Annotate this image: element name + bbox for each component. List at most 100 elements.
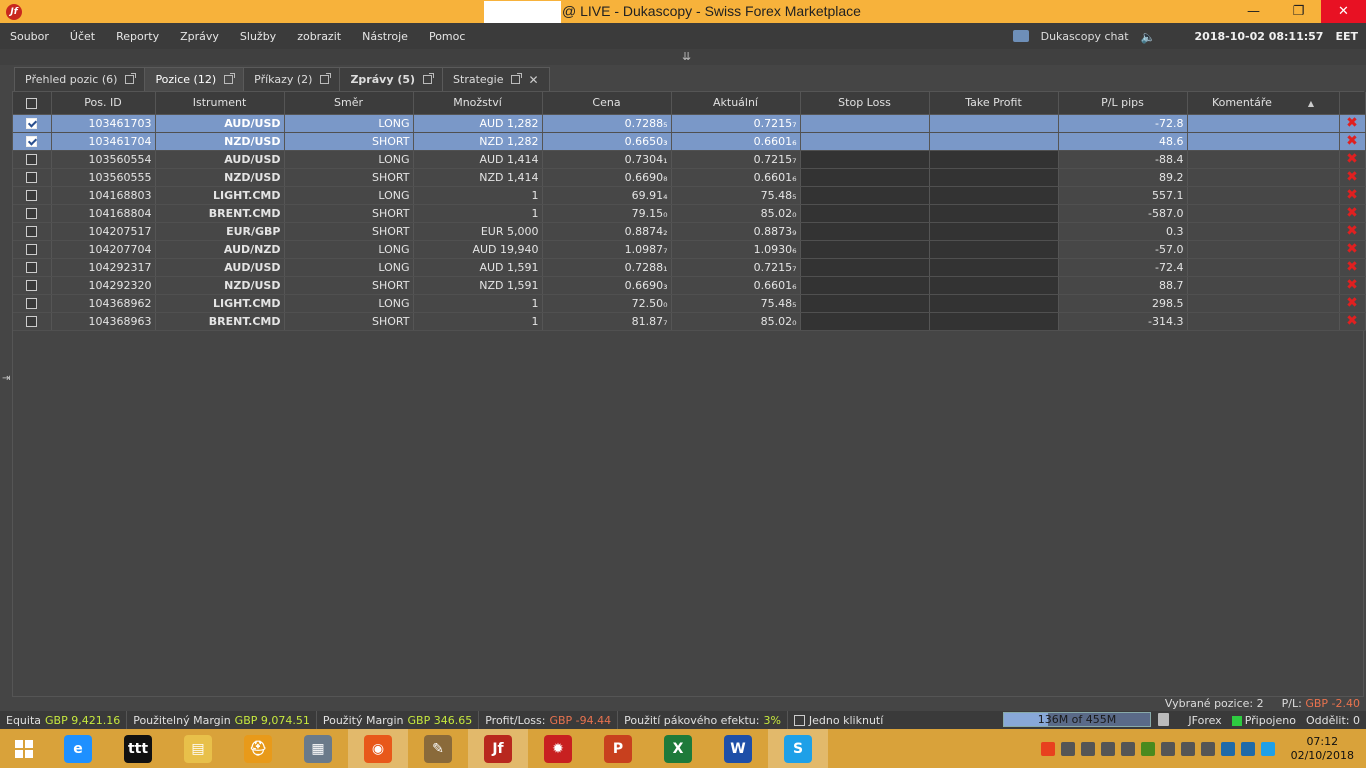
taskbar-app-button[interactable]: ttt (108, 729, 168, 768)
close-position-cell[interactable]: ✖ (1339, 150, 1366, 169)
col-instrument[interactable]: Istrument (155, 92, 285, 115)
tray-network-icon[interactable] (1180, 741, 1195, 756)
col-current[interactable]: Aktuální (671, 92, 801, 115)
row-select-cell[interactable] (13, 276, 52, 295)
close-position-icon[interactable]: ✖ (1346, 151, 1358, 167)
taskbar-clock[interactable]: 07:12 02/10/2018 (1291, 735, 1354, 763)
take-profit-cell[interactable] (929, 204, 1059, 223)
popout-icon[interactable] (511, 73, 523, 84)
row-select-cell[interactable] (13, 312, 52, 331)
take-profit-cell[interactable] (929, 132, 1059, 151)
row-select-cell[interactable] (13, 150, 52, 169)
comment-cell[interactable] (1187, 312, 1340, 331)
row-select-cell[interactable] (13, 294, 52, 313)
stop-loss-cell[interactable] (800, 204, 930, 223)
stop-loss-cell[interactable] (800, 294, 930, 313)
tray-printer-icon[interactable] (1080, 741, 1095, 756)
minimize-button[interactable]: — (1231, 0, 1276, 23)
close-position-icon[interactable]: ✖ (1346, 187, 1358, 203)
close-position-icon[interactable]: ✖ (1346, 205, 1358, 221)
close-position-cell[interactable]: ✖ (1339, 186, 1366, 205)
row-select-cell[interactable] (13, 258, 52, 277)
row-checkbox[interactable] (26, 190, 38, 201)
taskbar-app-button[interactable]: ▦ (288, 729, 348, 768)
speaker-icon[interactable]: 🔈 (1141, 30, 1156, 44)
stop-loss-cell[interactable] (800, 222, 930, 241)
take-profit-cell[interactable] (929, 276, 1059, 295)
dukascopy-chat-link[interactable]: Dukascopy chat (1041, 30, 1129, 43)
taskbar-app-button[interactable]: ▤ (168, 729, 228, 768)
tray-flag-icon[interactable] (1100, 741, 1115, 756)
stop-loss-cell[interactable] (800, 150, 930, 169)
row-checkbox[interactable] (26, 298, 38, 309)
take-profit-cell[interactable] (929, 312, 1059, 331)
stop-loss-cell[interactable] (800, 312, 930, 331)
table-row[interactable]: 103560555 NZD/USD SHORT NZD 1,414 0.6690₈ 0.6… (13, 168, 1366, 187)
table-row[interactable]: 104207704 AUD/NZD LONG AUD 19,940 1.0987₇ 1.0… (13, 240, 1366, 259)
menu-ucet[interactable]: Účet (70, 30, 95, 43)
tab-strategie[interactable]: Strategie ✕ (442, 67, 550, 91)
chat-icon[interactable] (1012, 30, 1029, 42)
collapse-arrow-icon[interactable]: ⇊ (682, 50, 691, 63)
row-select-cell[interactable] (13, 204, 52, 223)
one-click-label[interactable]: Jedno kliknutí (809, 714, 883, 727)
close-position-cell[interactable]: ✖ (1339, 222, 1366, 241)
comment-cell[interactable] (1187, 150, 1340, 169)
popout-icon[interactable] (320, 73, 332, 84)
taskbar-app-button[interactable]: ◉ (348, 729, 408, 768)
close-position-icon[interactable]: ✖ (1346, 169, 1358, 185)
row-checkbox[interactable] (26, 118, 38, 129)
menu-soubor[interactable]: Soubor (10, 30, 49, 43)
taskbar-app-button[interactable]: ✎ (408, 729, 468, 768)
tray-display-icon[interactable] (1160, 741, 1175, 756)
take-profit-cell[interactable] (929, 240, 1059, 259)
side-panel-expand-icon[interactable]: ⇥ (2, 373, 10, 384)
tab-pozice[interactable]: Pozice (12) (144, 67, 245, 91)
one-click-checkbox[interactable] (793, 714, 805, 726)
close-button[interactable]: ✕ (1321, 0, 1366, 23)
take-profit-cell[interactable] (929, 114, 1059, 133)
col-price[interactable]: Cena (542, 92, 672, 115)
table-row[interactable]: 104292320 NZD/USD SHORT NZD 1,591 0.6690₃ 0.6… (13, 276, 1366, 295)
taskbar-app-button[interactable]: Jf (468, 729, 528, 768)
comment-cell[interactable] (1187, 240, 1340, 259)
tray-security-icon[interactable] (1060, 741, 1075, 756)
close-position-cell[interactable]: ✖ (1339, 114, 1366, 133)
tray-battery-icon[interactable] (1200, 741, 1215, 756)
close-position-icon[interactable]: ✖ (1346, 133, 1358, 149)
taskbar-app-button[interactable]: ⛑ (228, 729, 288, 768)
stop-loss-cell[interactable] (800, 240, 930, 259)
take-profit-cell[interactable] (929, 150, 1059, 169)
row-checkbox[interactable] (26, 280, 38, 291)
close-position-cell[interactable]: ✖ (1339, 168, 1366, 187)
col-amount[interactable]: Množství (413, 92, 543, 115)
table-row[interactable]: 104207517 EUR/GBP SHORT EUR 5,000 0.8874₂ 0.8… (13, 222, 1366, 241)
close-position-icon[interactable]: ✖ (1346, 313, 1358, 329)
col-direction[interactable]: Směr (284, 92, 414, 115)
close-position-icon[interactable]: ✖ (1346, 241, 1358, 257)
row-checkbox[interactable] (26, 154, 38, 165)
tab-prikazy[interactable]: Příkazy (2) (243, 67, 341, 91)
comment-cell[interactable] (1187, 114, 1340, 133)
taskbar-app-button[interactable]: S (768, 729, 828, 768)
jf-logo-icon[interactable]: Jf (6, 3, 22, 20)
sort-asc-icon[interactable]: ▲ (1308, 99, 1314, 108)
row-checkbox[interactable] (26, 316, 38, 327)
close-position-icon[interactable]: ✖ (1346, 295, 1358, 311)
taskbar-app-button[interactable]: ✹ (528, 729, 588, 768)
close-position-icon[interactable]: ✖ (1346, 223, 1358, 239)
select-all-header[interactable] (13, 92, 52, 115)
col-comments[interactable]: Komentáře ▲ (1187, 92, 1340, 115)
comment-cell[interactable] (1187, 222, 1340, 241)
tab-prehled-pozic[interactable]: Přehled pozic (6) (14, 67, 146, 91)
close-position-cell[interactable]: ✖ (1339, 312, 1366, 331)
stop-loss-cell[interactable] (800, 114, 930, 133)
row-checkbox[interactable] (26, 208, 38, 219)
take-profit-cell[interactable] (929, 168, 1059, 187)
menu-sluzby[interactable]: Služby (240, 30, 276, 43)
stop-loss-cell[interactable] (800, 258, 930, 277)
menu-pomoc[interactable]: Pomoc (429, 30, 465, 43)
taskbar-app-button[interactable]: P (588, 729, 648, 768)
close-position-cell[interactable]: ✖ (1339, 132, 1366, 151)
row-checkbox[interactable] (26, 262, 38, 273)
